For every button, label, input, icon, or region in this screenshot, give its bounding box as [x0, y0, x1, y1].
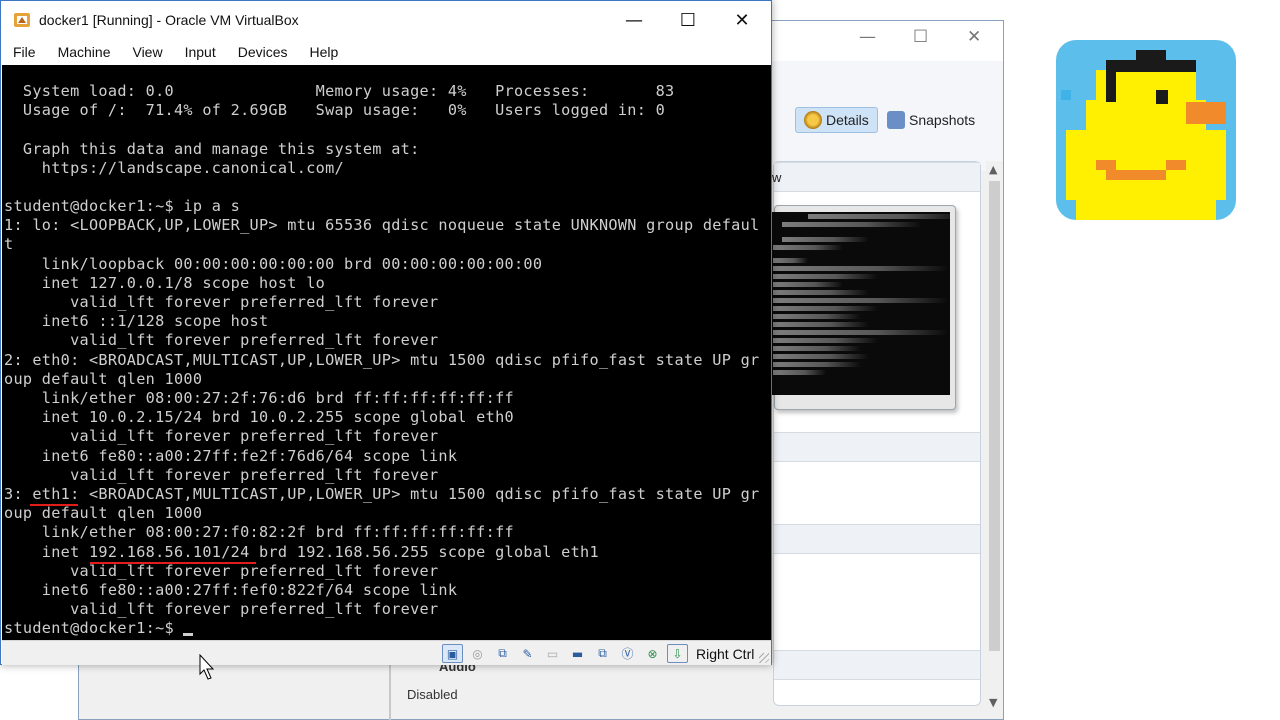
- gear-icon: [804, 111, 822, 129]
- menu-machine[interactable]: Machine: [47, 44, 122, 60]
- scrollbar-thumb[interactable]: [989, 181, 1000, 651]
- vm-window-title: docker1 [Running] - Oracle VM VirtualBox: [39, 12, 299, 28]
- menu-view[interactable]: View: [121, 44, 173, 60]
- terminal-line: t: [4, 235, 14, 253]
- terminal-line: link/ether 08:00:27:2f:76:d6 brd ff:ff:f…: [4, 389, 514, 407]
- scroll-up-arrow-icon[interactable]: ▲: [989, 163, 997, 176]
- vm-close-button[interactable]: ✕: [719, 7, 765, 33]
- host-key-label: Right Ctrl: [696, 645, 755, 662]
- menu-file[interactable]: File: [1, 44, 47, 60]
- terminal-line: valid_lft forever preferred_lft forever: [4, 562, 439, 580]
- preview-section-header: w: [772, 162, 980, 192]
- snapshots-button[interactable]: Snapshots: [879, 107, 983, 133]
- snapshots-button-label: Snapshots: [909, 112, 976, 128]
- panel-divider: [389, 661, 391, 720]
- terminal-line: oup default qlen 1000: [4, 504, 203, 522]
- menu-help[interactable]: Help: [299, 44, 350, 60]
- recording-icon[interactable]: Ⓥ: [617, 644, 638, 663]
- ip-address-red-underline: [90, 562, 256, 564]
- usb-icon[interactable]: ✎: [517, 644, 538, 663]
- terminal-line: inet 10.0.2.15/24 brd 10.0.2.255 scope g…: [4, 408, 514, 426]
- terminal-line: link/loopback 00:00:00:00:00:00 brd 00:0…: [4, 255, 543, 273]
- terminal-line: inet6 fe80::a00:27ff:fef0:822f/64 scope …: [4, 581, 458, 599]
- display-icon[interactable]: ▬: [567, 644, 588, 663]
- vm-window: docker1 [Running] - Oracle VM VirtualBox…: [0, 0, 772, 665]
- manager-minimize-button[interactable]: —: [859, 27, 876, 47]
- mouse-pointer-icon: [199, 654, 215, 680]
- terminal-line: inet6 ::1/128 scope host: [4, 312, 269, 330]
- manager-scrollbar[interactable]: ▲ ▼: [986, 161, 1003, 713]
- terminal-line: valid_lft forever preferred_lft forever: [4, 293, 439, 311]
- optical-drive-icon[interactable]: ◎: [467, 644, 488, 663]
- terminal-line: https://landscape.canonical.com/: [4, 159, 344, 177]
- preview-section-title: w: [772, 170, 782, 185]
- network-icon[interactable]: ⧉: [492, 644, 513, 663]
- vm-preview-screen: [771, 212, 950, 395]
- terminal-line: valid_lft forever preferred_lft forever: [4, 427, 439, 445]
- vm-console-screen[interactable]: System load: 0.0 Memory usage: 4% Proces…: [2, 65, 771, 640]
- text-cursor: [183, 633, 194, 636]
- details-button[interactable]: Details: [795, 107, 878, 133]
- manager-close-button[interactable]: ✕: [967, 27, 981, 47]
- terminal-line: student@docker1:~$ ip a s: [4, 197, 241, 215]
- virtualbox-app-icon: [14, 13, 30, 27]
- terminal-line: oup default qlen 1000: [4, 370, 203, 388]
- terminal-line: Usage of /: 71.4% of 2.69GB Swap usage: …: [4, 101, 666, 119]
- video-capture-icon[interactable]: ⧉: [592, 644, 613, 663]
- details-section-header: [774, 432, 980, 462]
- duck-logo: [1056, 40, 1236, 220]
- terminal-line: System load: 0.0 Memory usage: 4% Proces…: [4, 82, 675, 100]
- shared-folders-icon[interactable]: ▭: [542, 644, 563, 663]
- manager-maximize-button[interactable]: ☐: [913, 27, 928, 47]
- vm-menubar: File Machine View Input Devices Help: [1, 39, 771, 64]
- terminal-line: 1: lo: <LOOPBACK,UP,LOWER_UP> mtu 65536 …: [4, 216, 760, 234]
- terminal-line: 3: eth1: <BROADCAST,MULTICAST,UP,LOWER_U…: [4, 485, 760, 503]
- terminal-line: link/ether 08:00:27:f0:82:2f brd ff:ff:f…: [4, 523, 514, 541]
- menu-input[interactable]: Input: [174, 44, 227, 60]
- eth1-red-underline: [30, 504, 78, 506]
- virtualization-icon[interactable]: ⊗: [642, 644, 663, 663]
- vm-statusbar: ▣ ◎ ⧉ ✎ ▭ ▬ ⧉ Ⓥ ⊗ ⇩ Right Ctrl: [2, 640, 771, 665]
- audio-section-header: [774, 650, 980, 680]
- camera-icon: [887, 111, 905, 129]
- details-section-header-2: [774, 524, 980, 554]
- details-button-label: Details: [826, 112, 869, 128]
- vm-maximize-button[interactable]: ☐: [665, 7, 711, 33]
- terminal-line: Graph this data and manage this system a…: [4, 140, 420, 158]
- terminal-prompt-line: student@docker1:~$: [4, 619, 194, 638]
- vm-minimize-button[interactable]: —: [611, 7, 657, 33]
- terminal-line: valid_lft forever preferred_lft forever: [4, 331, 439, 349]
- terminal-line: valid_lft forever preferred_lft forever: [4, 600, 439, 618]
- resize-grip-icon[interactable]: [759, 653, 769, 663]
- vm-titlebar[interactable]: docker1 [Running] - Oracle VM VirtualBox…: [1, 1, 771, 39]
- terminal-line: inet 192.168.56.101/24 brd 192.168.56.25…: [4, 543, 599, 561]
- mouse-integration-icon[interactable]: ⇩: [667, 644, 688, 663]
- terminal-line: 2: eth0: <BROADCAST,MULTICAST,UP,LOWER_U…: [4, 351, 760, 369]
- audio-value: Disabled: [407, 687, 458, 702]
- terminal-line: inet 127.0.0.1/8 scope host lo: [4, 274, 326, 292]
- terminal-line: inet6 fe80::a00:27ff:fe2f:76d6/64 scope …: [4, 447, 458, 465]
- hard-disk-icon[interactable]: ▣: [442, 644, 463, 663]
- menu-devices[interactable]: Devices: [227, 44, 299, 60]
- scroll-down-arrow-icon[interactable]: ▼: [989, 696, 997, 709]
- terminal-line: valid_lft forever preferred_lft forever: [4, 466, 439, 484]
- terminal-prompt: student@docker1:~$: [4, 619, 184, 637]
